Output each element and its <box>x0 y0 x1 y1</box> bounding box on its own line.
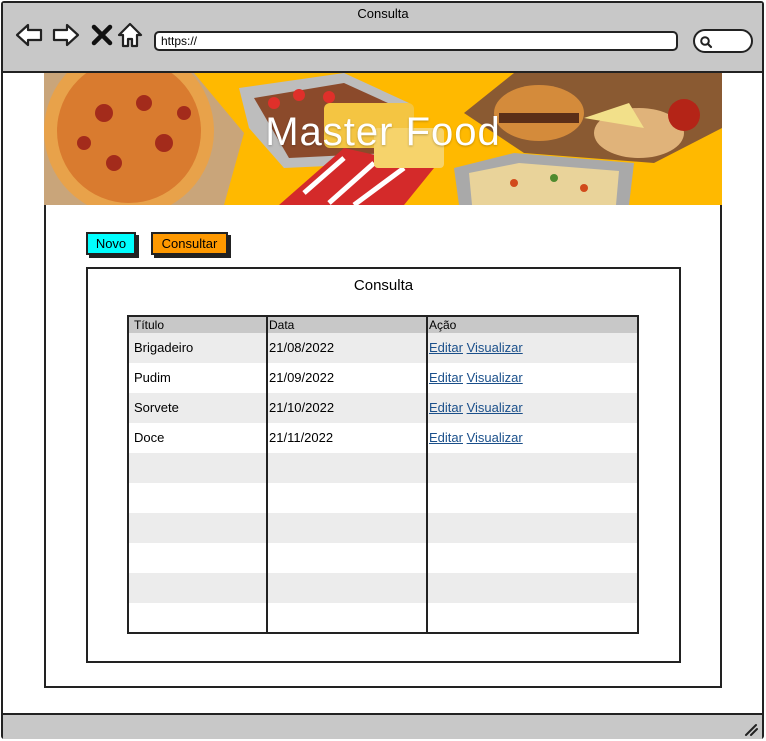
consultar-button[interactable]: Consultar <box>151 232 228 255</box>
table-row: Brigadeiro 21/08/2022 Editar Visualizar <box>129 333 637 363</box>
panel-title: Consulta <box>353 277 414 294</box>
results-table: Título Data Ação Brigadeiro 21/08/2022 E… <box>127 315 639 634</box>
window-title: Consulta <box>357 6 409 21</box>
novo-button-label: Novo <box>95 236 127 251</box>
empty-row <box>129 483 637 513</box>
editar-link[interactable]: Editar <box>429 400 463 415</box>
column-divider <box>266 317 268 632</box>
home-icon[interactable] <box>115 20 145 50</box>
visualizar-link[interactable]: Visualizar <box>467 430 523 445</box>
column-divider <box>426 317 428 632</box>
forward-arrow-icon[interactable] <box>51 20 81 50</box>
visualizar-link[interactable]: Visualizar <box>467 400 523 415</box>
cell-data: 21/08/2022 <box>269 340 335 355</box>
search-icon <box>700 36 713 49</box>
back-arrow-icon[interactable] <box>14 20 44 50</box>
close-icon[interactable] <box>87 20 117 50</box>
editar-link[interactable]: Editar <box>429 340 463 355</box>
cell-titulo: Brigadeiro <box>134 340 194 355</box>
banner-title: Master Food <box>265 110 501 154</box>
resize-grip-icon[interactable] <box>743 722 759 736</box>
column-header-acao: Ação <box>429 318 457 332</box>
table-row: Doce 21/11/2022 Editar Visualizar <box>129 423 637 453</box>
table-row: Sorvete 21/10/2022 Editar Visualizar <box>129 393 637 423</box>
url-field[interactable]: https:// <box>154 31 678 51</box>
cell-titulo: Doce <box>134 430 165 445</box>
cell-titulo: Sorvete <box>134 400 179 415</box>
cell-titulo: Pudim <box>134 370 171 385</box>
cell-data: 21/09/2022 <box>269 370 335 385</box>
table-row: Pudim 21/09/2022 Editar Visualizar <box>129 363 637 393</box>
visualizar-link[interactable]: Visualizar <box>467 340 523 355</box>
visualizar-link[interactable]: Visualizar <box>467 370 523 385</box>
editar-link[interactable]: Editar <box>429 370 463 385</box>
empty-row <box>129 543 637 573</box>
empty-row <box>129 573 637 603</box>
search-field[interactable] <box>693 29 753 53</box>
empty-row <box>129 513 637 543</box>
consultar-button-label: Consultar <box>161 236 218 251</box>
empty-row <box>129 603 637 632</box>
browser-status-bar <box>3 713 762 739</box>
cell-data: 21/11/2022 <box>269 430 334 445</box>
novo-button[interactable]: Novo <box>86 232 136 255</box>
editar-link[interactable]: Editar <box>429 430 463 445</box>
table-header <box>129 317 637 333</box>
cell-data: 21/10/2022 <box>269 400 335 415</box>
empty-row <box>129 453 637 483</box>
column-header-data: Data <box>269 318 295 332</box>
column-header-titulo: Título <box>134 318 165 332</box>
